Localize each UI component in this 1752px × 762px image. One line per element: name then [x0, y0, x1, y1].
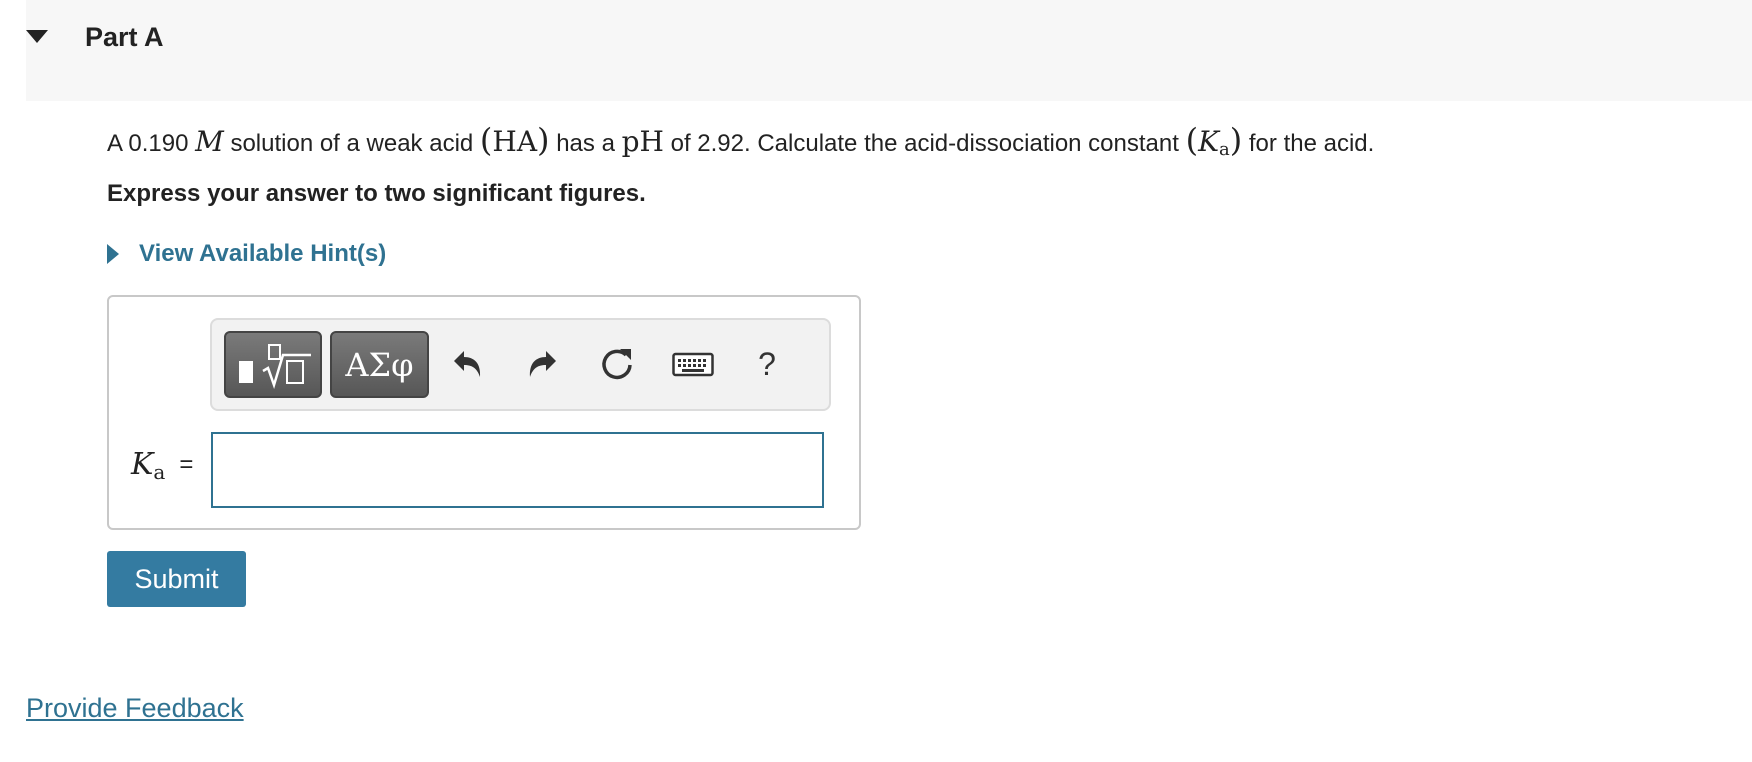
- submit-button[interactable]: Submit: [107, 551, 246, 607]
- keyboard-button[interactable]: [671, 342, 715, 386]
- formula-ha: HA: [492, 125, 538, 158]
- question-text-part: A 0.190: [107, 130, 189, 157]
- greek-label: ΑΣφ: [345, 345, 414, 384]
- reset-button[interactable]: [595, 342, 639, 386]
- ka-subscript: a: [153, 460, 166, 484]
- instruction-text: Express your answer to two significant f…: [107, 180, 646, 207]
- help-button[interactable]: ?: [745, 342, 789, 386]
- keyboard-icon: [672, 352, 714, 377]
- undo-icon: [454, 351, 481, 377]
- help-label: ?: [758, 345, 776, 382]
- equals-sign: =: [179, 451, 194, 478]
- question-text-part: of 2.92. Calculate the acid-dissociation…: [670, 130, 1179, 157]
- collapse-triangle-icon[interactable]: [26, 28, 48, 44]
- page: Part A A 0.190 M solution of a weak acid…: [0, 0, 1752, 762]
- redo-button[interactable]: [521, 342, 565, 386]
- molarity-symbol: M: [195, 125, 224, 158]
- ph-symbol: pH: [621, 125, 664, 158]
- part-header: [26, 0, 1752, 101]
- paren-open: (: [1185, 121, 1199, 159]
- ka-subscript: a: [1219, 139, 1230, 160]
- provide-feedback-link[interactable]: Provide Feedback: [26, 690, 244, 726]
- templates-sqrt-icon: [239, 343, 311, 389]
- paren-close: ): [537, 121, 550, 159]
- answer-variable-label: Ka =: [131, 447, 193, 484]
- reset-icon: [602, 349, 632, 380]
- part-title: Part A: [85, 22, 164, 52]
- greek-symbols-button[interactable]: ΑΣφ: [330, 331, 429, 398]
- math-toolbar: ΑΣφ ?: [210, 318, 831, 411]
- ka-symbol: K: [131, 447, 154, 482]
- templates-button[interactable]: [224, 331, 322, 398]
- ka-symbol: K: [1198, 125, 1219, 158]
- redo-icon: [529, 351, 556, 377]
- question-text-part: solution of a weak acid: [230, 130, 474, 157]
- undo-button[interactable]: [445, 342, 489, 386]
- answer-box: ΑΣφ ? Ka =: [107, 295, 861, 530]
- question-text-part: has a: [556, 130, 615, 157]
- paren-open: (: [479, 121, 493, 159]
- paren-close: ): [1229, 121, 1243, 159]
- view-hints-link[interactable]: View Available Hint(s): [107, 236, 386, 272]
- hints-label: View Available Hint(s): [139, 240, 387, 267]
- caret-right-icon: [107, 244, 119, 264]
- question-text: A 0.190 M solution of a weak acid (HA) h…: [107, 120, 1374, 170]
- answer-input[interactable]: [211, 432, 824, 508]
- question-text-part: for the acid.: [1248, 130, 1375, 157]
